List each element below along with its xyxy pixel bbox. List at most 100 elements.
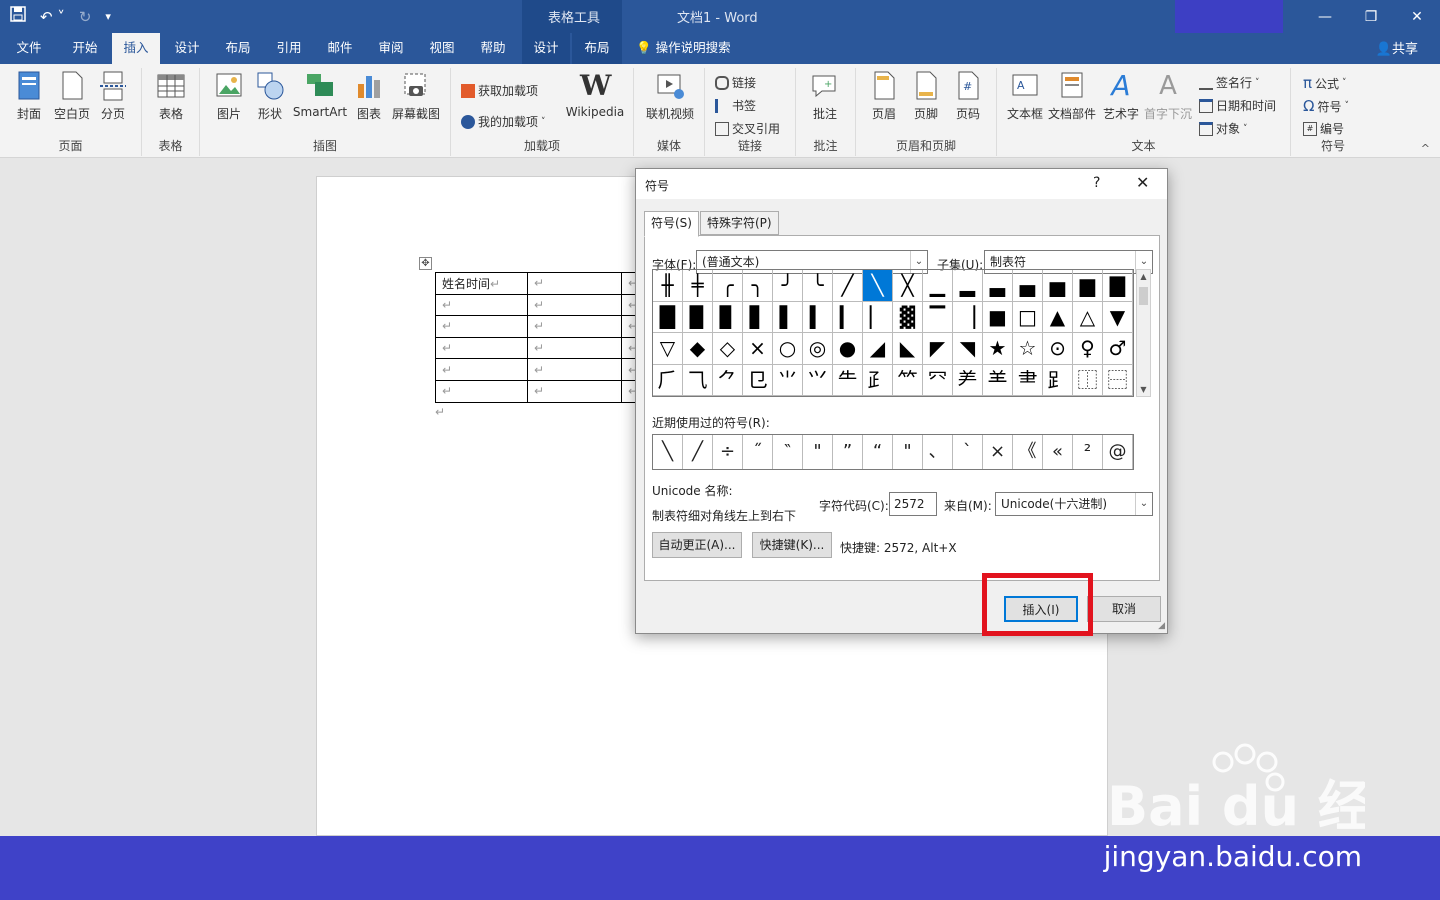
symbol-cell[interactable]: ● (833, 333, 863, 365)
symbol-cell[interactable]: ⺷ (983, 364, 1013, 396)
tab-view[interactable]: 视图 (419, 33, 465, 64)
picture-button[interactable]: 图片 (212, 70, 246, 122)
scroll-up-icon[interactable]: ▲ (1137, 272, 1150, 281)
recent-symbol-cell[interactable]: « (1043, 435, 1073, 469)
symbol-cell[interactable]: ⺳ (923, 364, 953, 396)
symbol-cell[interactable]: ▃ (983, 270, 1013, 302)
link-button[interactable]: 链接 (715, 74, 756, 91)
recent-symbol-cell[interactable]: ˝ (743, 435, 773, 469)
minimize-icon[interactable]: — (1302, 0, 1348, 33)
table-cell[interactable]: ↵ (435, 358, 528, 381)
symbol-cell[interactable]: ▂ (953, 270, 983, 302)
undo-icon[interactable]: ↶ ˅ (40, 7, 65, 27)
shortcut-key-button[interactable]: 快捷键(K)... (752, 532, 832, 558)
symbol-cell[interactable]: ⺍ (803, 364, 833, 396)
symbol-cell[interactable]: ⿱ (1103, 364, 1133, 396)
table-cell[interactable]: ↵ (435, 379, 528, 403)
collapse-ribbon-icon[interactable]: ^ (1421, 142, 1430, 155)
recent-symbol-cell[interactable]: 《 (1013, 435, 1043, 469)
textbox-button[interactable]: A 文本框 (1005, 70, 1045, 122)
recent-symbols-row[interactable]: ╲ ╱ ÷ ˝ ‶ "” “"、 ` × 《 «² @ (652, 434, 1134, 470)
symbol-cell[interactable]: ○ (773, 333, 803, 365)
recent-symbol-cell[interactable]: ╲ (653, 435, 683, 469)
symbol-cell[interactable]: □ (1013, 301, 1043, 333)
cover-page-button[interactable]: 封面 (12, 70, 46, 122)
symbol-cell[interactable]: ⺄ (683, 364, 713, 396)
table-cell[interactable]: ↵ (527, 272, 622, 295)
char-code-input[interactable]: 2572 (889, 492, 937, 516)
screenshot-button[interactable]: 屏幕截图 (390, 70, 442, 122)
tab-table-design[interactable]: 设计 (522, 33, 570, 64)
redo-icon[interactable]: ↻ (79, 7, 92, 27)
comment-button[interactable]: + 批注 (808, 70, 842, 122)
tab-design[interactable]: 设计 (164, 33, 210, 64)
page-number-button[interactable]: # 页码 (952, 70, 984, 122)
symbol-cell[interactable]: ⊙ (1043, 333, 1073, 365)
table-cell[interactable]: ↵ (527, 315, 622, 338)
restore-icon[interactable]: ❐ (1348, 0, 1394, 33)
table-cell[interactable]: ↵ (527, 293, 622, 317)
scrollbar-thumb[interactable] (1139, 287, 1148, 305)
cancel-button[interactable]: 取消 (1087, 596, 1161, 622)
symbol-cell[interactable]: △ (1073, 301, 1103, 333)
table-move-handle-icon[interactable]: ✥ (419, 257, 432, 270)
signature-line-button[interactable]: 签名行 ˅ (1199, 74, 1260, 91)
tab-special-characters[interactable]: 特殊字符(P) (700, 211, 779, 235)
recent-symbol-cell[interactable]: ÷ (713, 435, 743, 469)
symbol-cell[interactable]: ■ (983, 301, 1013, 333)
tab-home[interactable]: 开始 (62, 33, 108, 64)
customize-icon[interactable]: ▾ (105, 7, 111, 27)
my-addins-button[interactable]: 我的加载项 ˅ (461, 113, 546, 130)
dialog-close-icon[interactable]: ✕ (1136, 173, 1149, 192)
symbol-cell[interactable]: ⺪ (863, 364, 893, 396)
symbol-cell[interactable]: ⺌ (773, 364, 803, 396)
symbol-cell[interactable]: ▎ (833, 301, 863, 333)
page-break-button[interactable]: 分页 (98, 70, 128, 122)
symbol-cell[interactable]: ▍ (803, 301, 833, 333)
from-dropdown[interactable]: Unicode(十六进制) ⌄ (995, 492, 1153, 516)
smartart-button[interactable]: SmartArt (292, 70, 348, 119)
recent-symbol-cell[interactable]: " (893, 435, 923, 469)
document-table[interactable]: 姓名时间↵ ↵ ↵ ↵ ↵ ↵ ↵ ↵ ↵ ↵ ↵ ↵ ↵ ↵ ↵ ↵ ↵ ↵ (435, 272, 644, 403)
tab-file[interactable]: 文件 (8, 33, 50, 64)
tell-me-search[interactable]: 💡 操作说明搜索 (636, 33, 746, 64)
tab-mailings[interactable]: 邮件 (317, 33, 363, 64)
table-cell[interactable]: ↵ (435, 336, 528, 360)
symbol-cell[interactable]: ⺻ (1013, 364, 1043, 396)
symbol-cell-selected[interactable]: ╲ (863, 270, 893, 302)
symbol-cell[interactable]: ▊ (713, 301, 743, 333)
equation-button[interactable]: π 公式 ˅ (1303, 74, 1347, 92)
symbol-cell[interactable]: ╭ (713, 270, 743, 302)
recent-symbol-cell[interactable]: × (983, 435, 1013, 469)
symbol-cell[interactable]: ╱ (833, 270, 863, 302)
table-button[interactable]: 表格 (154, 70, 188, 122)
symbol-cell[interactable]: ▔ (923, 301, 953, 333)
symbol-cell[interactable]: ⺋ (743, 364, 773, 396)
recent-symbol-cell[interactable]: ² (1073, 435, 1103, 469)
table-cell-name-time[interactable]: 姓名时间↵ (435, 272, 528, 295)
recent-symbol-cell[interactable]: ‶ (773, 435, 803, 469)
footer-button[interactable]: 页脚 (910, 70, 942, 122)
symbol-cell[interactable]: ♀ (1073, 333, 1103, 365)
share-button[interactable]: 👤共享 (1376, 38, 1418, 57)
symbol-cell[interactable]: ▄ (1013, 270, 1043, 302)
symbol-cell[interactable]: ◎ (803, 333, 833, 365)
help-icon[interactable]: ? (1093, 175, 1100, 191)
symbol-cell[interactable]: ▁ (923, 270, 953, 302)
symbol-cell[interactable]: × (743, 333, 773, 365)
symbol-grid[interactable]: ╫ ╪ ╭ ╮ ╯ ╰ ╱ ╲ ╳ ▁ ▂ ▃ ▄ ▅ ▆ ▇ █ ▉ ▊ ▋ ▌ ▍ ▎ ▏ ▓ ▔ ▕ ■ □ ▲ △ ▼ ▽ ◆ ◇ × ○ ◎ ● ◢… (652, 269, 1134, 397)
symbol-cell[interactable]: ▏ (863, 301, 893, 333)
symbol-cell[interactable]: ◣ (893, 333, 923, 365)
tab-references[interactable]: 引用 (266, 33, 312, 64)
tab-symbols[interactable]: 符号(S) (644, 211, 699, 237)
symbol-cell[interactable]: ╯ (773, 270, 803, 302)
cross-reference-button[interactable]: 交叉引用 (715, 120, 780, 137)
table-cell[interactable]: ↵ (435, 293, 528, 317)
symbol-cell[interactable]: ⺮ (893, 364, 923, 396)
symbol-cell[interactable]: ◤ (923, 333, 953, 365)
scroll-down-icon[interactable]: ▼ (1137, 385, 1150, 394)
symbol-cell[interactable]: ◇ (713, 333, 743, 365)
symbol-cell[interactable]: ▕ (953, 301, 983, 333)
save-icon[interactable] (10, 6, 26, 27)
symbol-cell[interactable]: ⺈ (713, 364, 743, 396)
